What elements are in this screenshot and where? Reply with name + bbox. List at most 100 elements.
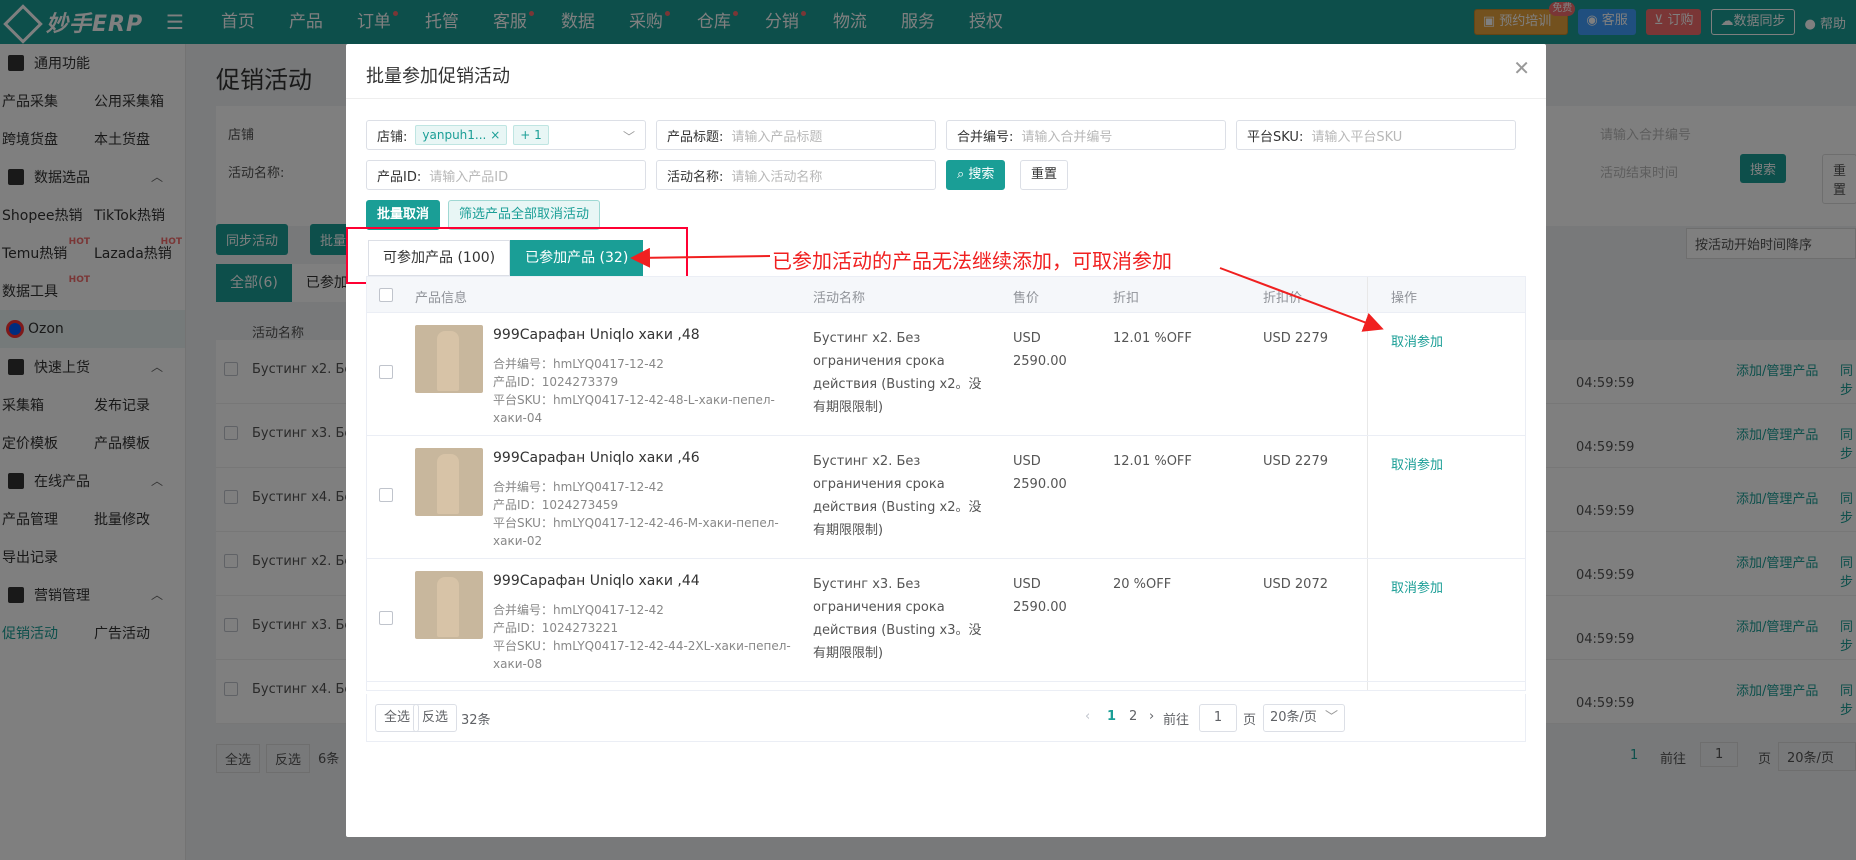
shop-tag-text: yanpuh1... [422, 128, 487, 142]
table-footer: 全选 反选 32条 ‹ 1 2 › 前往 1 页 20条/页 ﹀ [366, 694, 1526, 742]
cancel-participation-link[interactable]: 取消参加 [1391, 577, 1443, 596]
dress-image [437, 577, 459, 637]
merge-number-input[interactable]: 合并编号: 请输入合并编号 [946, 120, 1226, 150]
product-meta: 合并编号：hmLYQ0417-12-42 产品ID：1024273379 平台SKU… [493, 355, 793, 427]
tag-close-icon[interactable]: × [490, 128, 500, 142]
product-title-label: 产品标题: [667, 129, 724, 145]
discount: 12.01 %OFF [1113, 454, 1192, 469]
filter-cancel-all-button[interactable]: 筛选产品全部取消活动 [448, 200, 601, 230]
product-name: 999Сарафан Uniqlo хаки ,48 [493, 327, 700, 343]
table-row: 999Сарафан Uniqlo хаки ,48合并编号：hmLYQ0417… [367, 682, 1525, 690]
cancel-participation-link[interactable]: 取消参加 [1391, 331, 1443, 350]
product-id-label: 产品ID: [377, 169, 422, 185]
col-action: 操作 [1391, 291, 1418, 306]
prev-page-icon[interactable]: ‹ [1085, 709, 1090, 724]
column-divider [1367, 277, 1368, 312]
chevron-down-icon: ﹀ [622, 130, 635, 144]
activity-name: Бустинг x3. Без ограничения срока действ… [813, 577, 982, 661]
shop-label: 店铺: [377, 129, 408, 145]
search-button[interactable]: ⌕ 搜索 [946, 160, 1006, 190]
product-title-input[interactable]: 产品标题: 请输入产品标题 [656, 120, 936, 150]
activity-name: Бустинг x2. Без ограничения срока действ… [813, 454, 982, 538]
product-name: 999Сарафан Uniqlo хаки ,44 [493, 573, 700, 589]
price: USD 2590.00 [1013, 331, 1067, 369]
activity-name-placeholder: 请输入活动名称 [731, 169, 823, 185]
platform-sku-label: 平台SKU: [1247, 129, 1304, 145]
discount-price: USD 2072 [1263, 577, 1328, 592]
price: USD 2590.00 [1013, 577, 1067, 615]
goto-label: 前往 [1163, 713, 1190, 728]
close-icon[interactable]: ✕ [1513, 56, 1530, 80]
shop-select[interactable]: 店铺: yanpuh1... × + 1 ﹀ [366, 120, 646, 150]
product-id: 产品ID：1024273221 [493, 621, 619, 635]
per-page-select[interactable]: 20条/页 ﹀ [1263, 704, 1345, 732]
product-id-placeholder: 请输入产品ID [429, 169, 509, 185]
col-product-info: 产品信息 [415, 291, 468, 306]
platform-sku: 平台SKU：hmLYQ0417-12-42-46-M-хаки-пепел-ха… [493, 516, 779, 548]
platform-sku: 平台SKU：hmLYQ0417-12-42-48-L-хаки-пепел-ха… [493, 393, 775, 425]
product-title-placeholder: 请输入产品标题 [731, 129, 823, 145]
product-meta: 合并编号：hmLYQ0417-12-42 产品ID：1024273459 平台SKU… [493, 478, 793, 550]
row-checkbox[interactable] [379, 488, 393, 502]
table-row: 999Сарафан Uniqlo хаки ,46 合并编号：hmLYQ0417… [367, 436, 1525, 559]
product-thumbnail[interactable] [415, 571, 483, 639]
table-row: 999Сарафан Uniqlo хаки ,48 合并编号：hmLYQ0417… [367, 313, 1525, 436]
divider [346, 98, 1546, 99]
product-table: 产品信息 活动名称 售价 折扣 折扣价 操作 999Сарафан Uniqlo… [366, 276, 1526, 691]
page-2[interactable]: 2 [1129, 709, 1137, 724]
cancel-participation-link[interactable]: 取消参加 [1391, 454, 1443, 473]
batch-cancel-button[interactable]: 批量取消 [366, 200, 441, 230]
invert-selection-button[interactable]: 反选 [413, 704, 458, 732]
merge-number: 合并编号：hmLYQ0417-12-42 [493, 603, 664, 617]
platform-sku: 平台SKU：hmLYQ0417-12-42-44-2XL-хаки-пепел-… [493, 639, 791, 671]
column-divider [1367, 313, 1368, 435]
page-1[interactable]: 1 [1107, 709, 1116, 724]
discount-price: USD 2279 [1263, 454, 1328, 469]
reset-button[interactable]: 重置 [1020, 160, 1069, 190]
per-page-value: 20条/页 [1270, 710, 1317, 725]
discount: 20 %OFF [1113, 577, 1172, 592]
platform-sku-input[interactable]: 平台SKU: 请输入平台SKU [1236, 120, 1516, 150]
merge-number-label: 合并编号: [957, 129, 1014, 145]
table-body: 999Сарафан Uniqlo хаки ,48 合并编号：hmLYQ0417… [367, 313, 1525, 690]
total-count: 32条 [461, 713, 491, 728]
discount-price: USD 2279 [1263, 331, 1328, 346]
row-checkbox[interactable] [379, 611, 393, 625]
header-checkbox[interactable] [379, 288, 393, 302]
product-id: 产品ID：1024273379 [493, 375, 619, 389]
activity-name: Бустинг x2. Без ограничения срока действ… [813, 331, 982, 415]
shop-tag[interactable]: yanpuh1... × [415, 125, 508, 145]
shop-more-tag: + 1 [513, 125, 549, 145]
product-id-input[interactable]: 产品ID: 请输入产品ID [366, 160, 646, 190]
product-meta: 合并编号：hmLYQ0417-12-42 产品ID：1024273221 平台SKU… [493, 601, 793, 673]
table-row: 999Сарафан Uniqlo хаки ,44 合并编号：hmLYQ0417… [367, 559, 1525, 682]
search-label: 搜索 [968, 167, 995, 182]
next-page-icon[interactable]: › [1149, 709, 1154, 724]
activity-name-label: 活动名称: [667, 169, 724, 185]
discount: 12.01 %OFF [1113, 331, 1192, 346]
col-price: 售价 [1013, 291, 1040, 306]
merge-number-placeholder: 请输入合并编号 [1021, 129, 1113, 145]
table-header: 产品信息 活动名称 售价 折扣 折扣价 操作 [367, 277, 1525, 313]
merge-number: 合并编号：hmLYQ0417-12-42 [493, 357, 664, 371]
column-divider [1367, 682, 1368, 690]
product-id: 产品ID：1024273459 [493, 498, 619, 512]
batch-join-promotion-dialog: 批量参加促销活动 ✕ 店铺: yanpuh1... × + 1 ﹀ 产品标题: … [346, 44, 1546, 837]
dress-image [437, 454, 459, 514]
col-discount-price: 折扣价 [1263, 291, 1303, 306]
search-icon: ⌕ [957, 167, 969, 182]
platform-sku-placeholder: 请输入平台SKU [1311, 129, 1403, 145]
page-unit: 页 [1243, 713, 1257, 728]
product-thumbnail[interactable] [415, 325, 483, 393]
merge-number: 合并编号：hmLYQ0417-12-42 [493, 480, 664, 494]
column-divider [1367, 436, 1368, 558]
product-name: 999Сарафан Uniqlo хаки ,46 [493, 450, 700, 466]
product-thumbnail[interactable] [415, 448, 483, 516]
activity-name-input[interactable]: 活动名称: 请输入活动名称 [656, 160, 936, 190]
column-divider [1367, 559, 1368, 681]
chevron-down-icon: ﹀ [1324, 710, 1338, 725]
col-discount: 折扣 [1113, 291, 1140, 306]
row-checkbox[interactable] [379, 365, 393, 379]
goto-page-input[interactable]: 1 [1199, 704, 1237, 732]
dialog-title: 批量参加促销活动 [366, 66, 510, 87]
